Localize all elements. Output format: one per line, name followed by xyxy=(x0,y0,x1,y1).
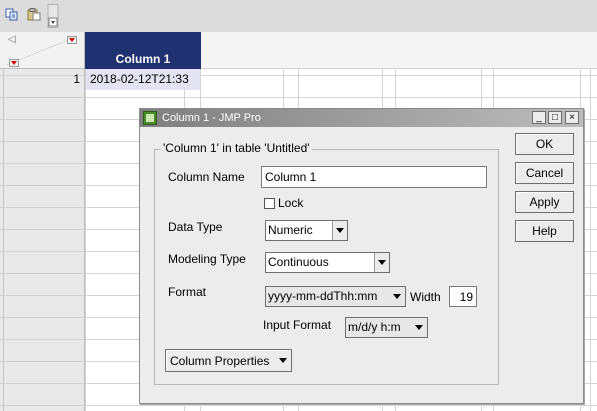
column-info-dialog: Column 1 - JMP Pro _ □ × 'Column 1' in t… xyxy=(139,108,584,404)
format-label: Format xyxy=(168,285,207,299)
chevron-down-icon xyxy=(332,221,347,240)
row-number[interactable]: 1 xyxy=(4,69,80,90)
column-properties-label: Column Properties xyxy=(170,353,270,368)
collapse-arrow-icon[interactable]: ◁ xyxy=(8,34,16,45)
column-name-field[interactable] xyxy=(261,166,487,188)
data-type-value: Numeric xyxy=(268,223,313,237)
cancel-button[interactable]: Cancel xyxy=(515,162,574,184)
column-header[interactable]: Column 1 xyxy=(85,32,201,69)
chevron-down-icon xyxy=(390,287,405,306)
row-menu-red-triangle-icon[interactable] xyxy=(9,59,19,67)
data-type-label: Data Type xyxy=(168,220,223,234)
group-label: 'Column 1' in table 'Untitled' xyxy=(161,141,312,155)
modeling-type-label: Modeling Type xyxy=(168,252,246,266)
input-format-select[interactable]: m/d/y h:m xyxy=(345,317,428,338)
dialog-title: Column 1 - JMP Pro xyxy=(162,112,261,124)
chevron-down-icon xyxy=(279,358,287,363)
column-menu-red-triangle-icon[interactable] xyxy=(67,36,77,44)
apply-button[interactable]: Apply xyxy=(515,191,574,213)
dialog-titlebar[interactable]: Column 1 - JMP Pro _ □ × xyxy=(140,109,583,127)
empty-column-headers xyxy=(201,32,597,69)
small-dropdown-icon[interactable] xyxy=(47,4,59,28)
jmp-app-icon xyxy=(143,111,157,125)
help-button[interactable]: Help xyxy=(515,220,574,242)
table-cell[interactable]: 2018-02-12T21:33 xyxy=(86,69,200,90)
maximize-button[interactable]: □ xyxy=(548,111,562,124)
modeling-type-select[interactable]: Continuous xyxy=(265,252,390,273)
column-name-label: Column Name xyxy=(168,170,245,184)
paste-icon[interactable] xyxy=(27,8,41,21)
lock-checkbox[interactable] xyxy=(264,198,275,209)
modeling-type-value: Continuous xyxy=(268,255,329,269)
column-properties-button[interactable]: Column Properties xyxy=(165,349,292,372)
width-label: Width xyxy=(410,290,441,304)
data-type-select[interactable]: Numeric xyxy=(265,220,348,241)
ok-button[interactable]: OK xyxy=(515,133,574,155)
format-select[interactable]: yyyy-mm-ddThh:mm xyxy=(265,286,406,307)
copy-icon[interactable] xyxy=(5,8,19,21)
toolbar xyxy=(0,0,597,33)
lock-label: Lock xyxy=(278,196,304,210)
table-corner: ◁ xyxy=(0,32,85,69)
format-value: yyyy-mm-ddThh:mm xyxy=(268,289,378,303)
chevron-down-icon xyxy=(374,253,389,272)
minimize-button[interactable]: _ xyxy=(532,111,546,124)
input-format-label: Input Format xyxy=(263,318,332,332)
width-field[interactable] xyxy=(449,286,477,307)
close-button[interactable]: × xyxy=(565,111,579,124)
input-format-value: m/d/y h:m xyxy=(348,320,401,334)
chevron-down-icon xyxy=(412,318,427,337)
